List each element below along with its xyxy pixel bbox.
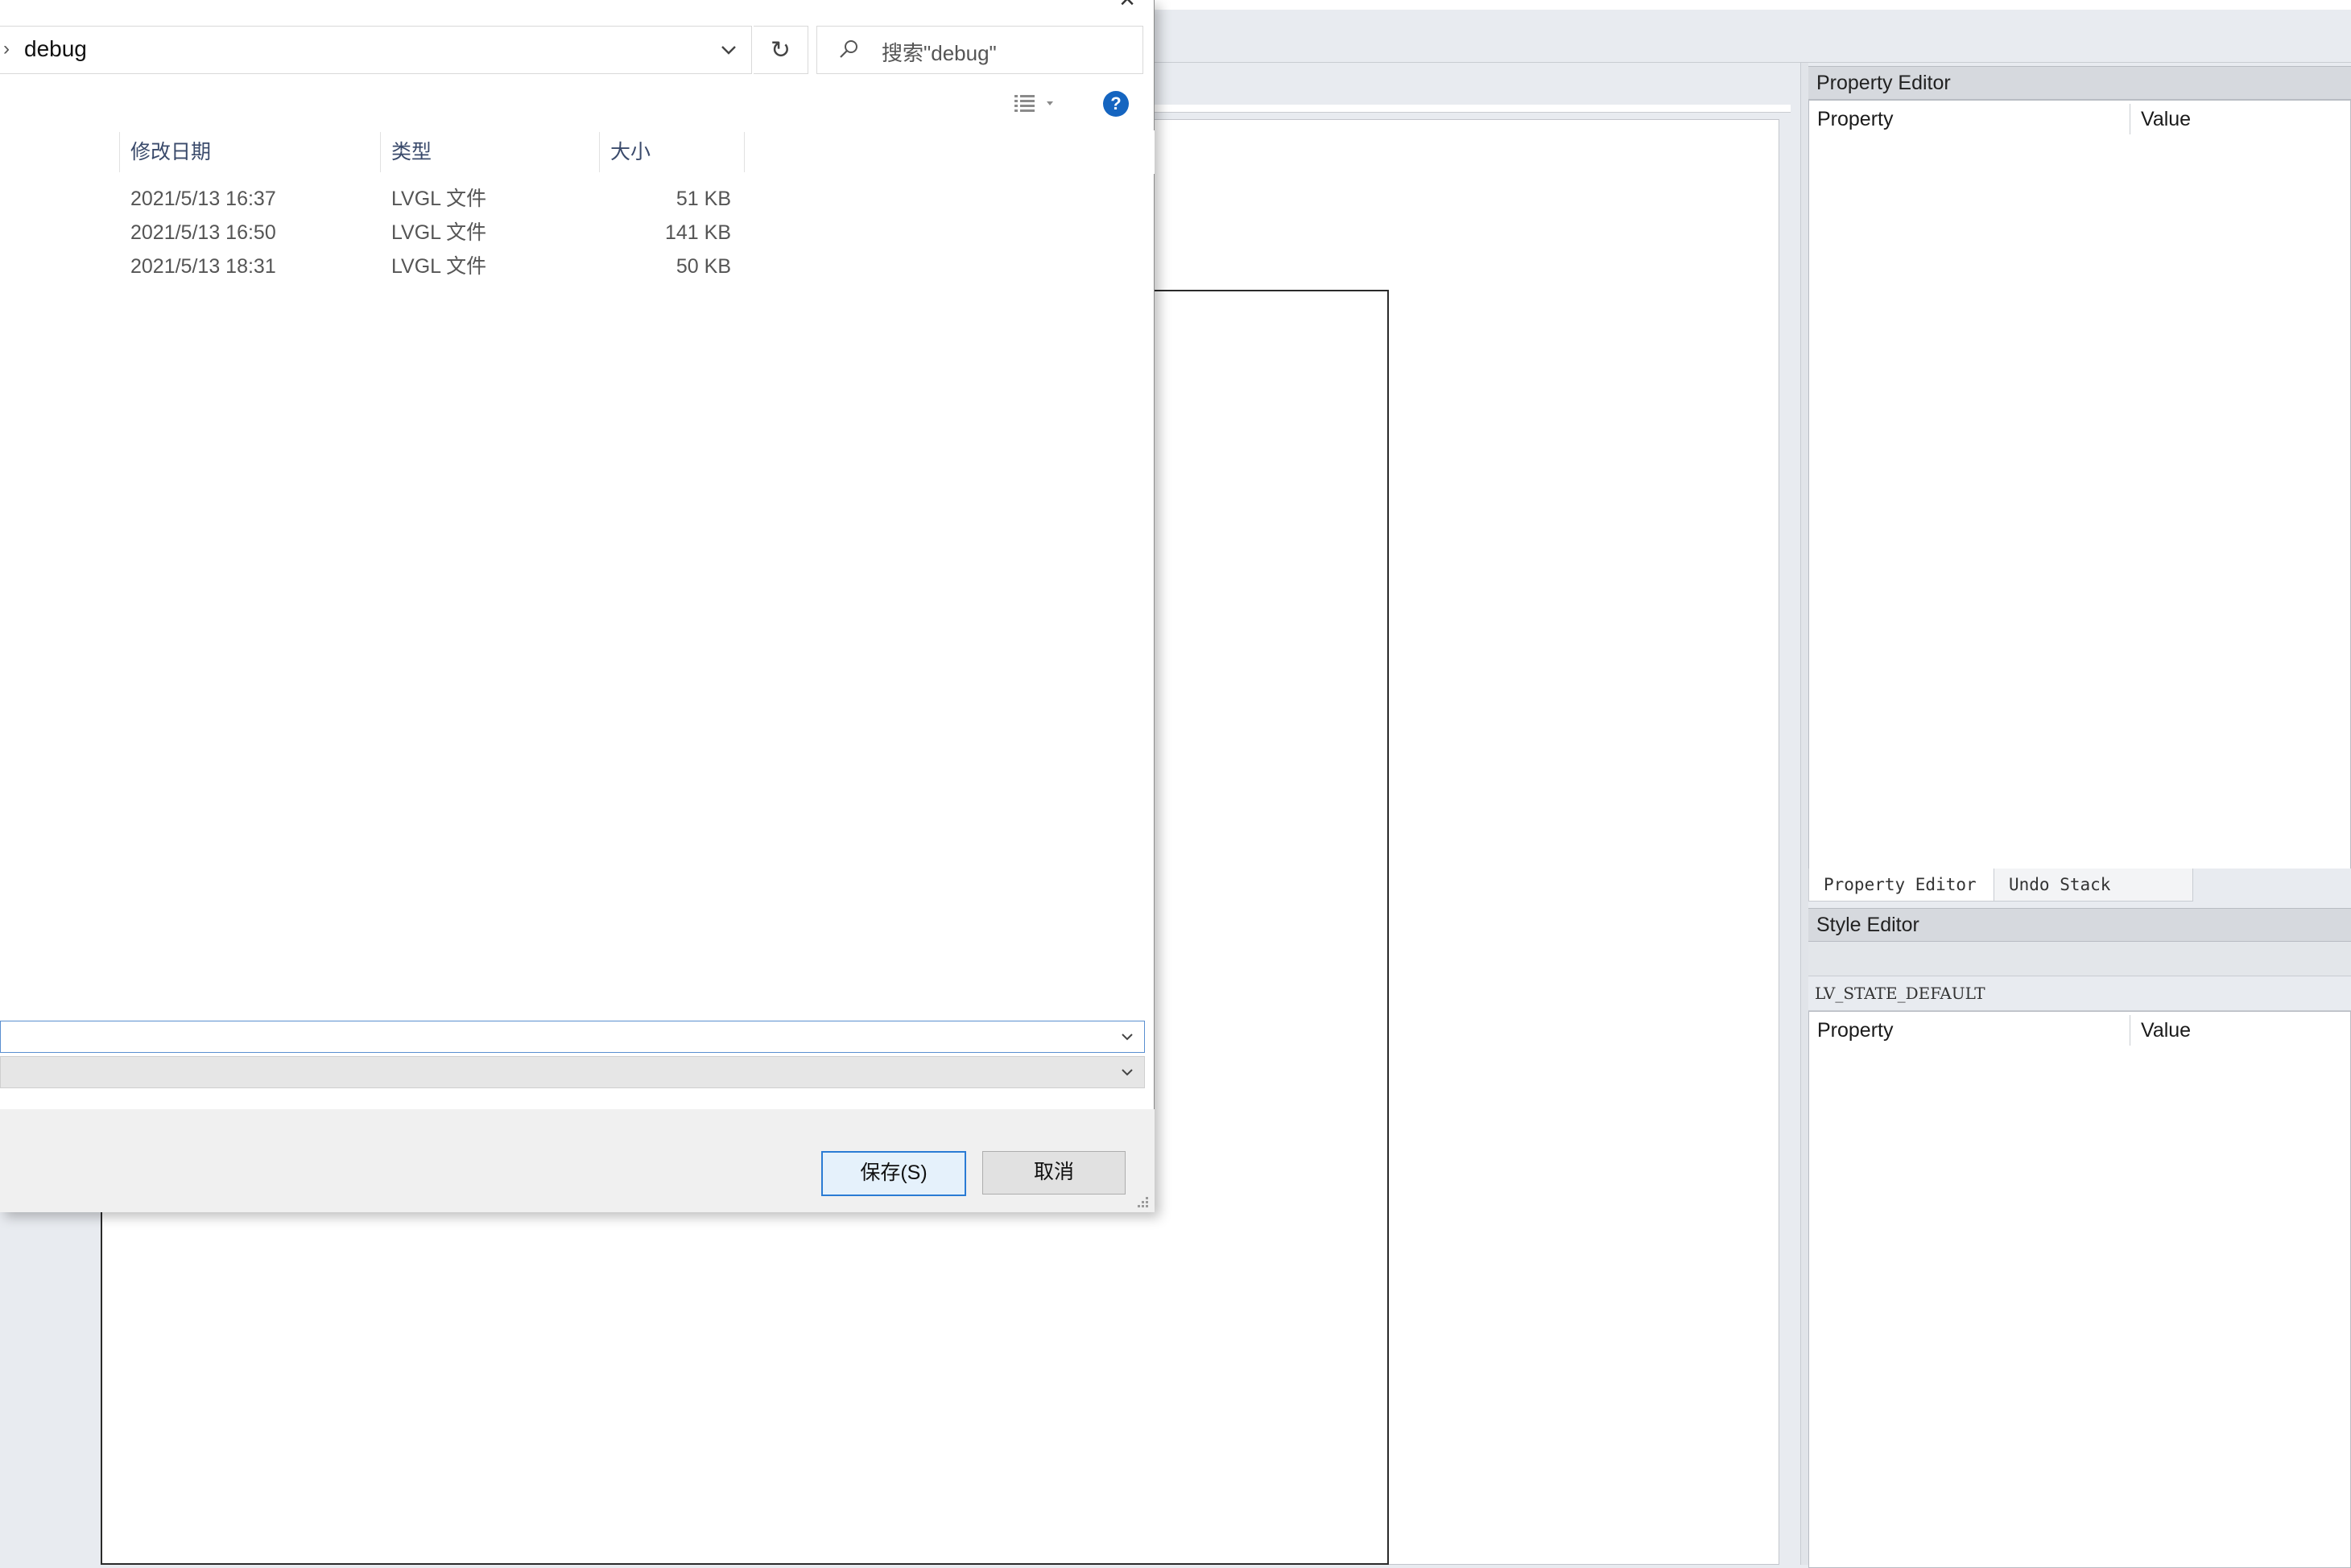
property-editor-panel: Property Editor Property Value (1808, 66, 2351, 871)
style-editor-title: Style Editor (1808, 908, 2351, 942)
style-value-column-header[interactable]: Value (2133, 1012, 2191, 1049)
file-type: LVGL 文件 (391, 188, 487, 210)
address-bar[interactable]: › debug (0, 26, 752, 74)
style-editor-panel: Style Editor LV_STATE_DEFAULT Property V… (1808, 908, 2351, 1568)
view-options-icon[interactable] (1011, 90, 1060, 118)
file-row[interactable]: 2021/5/13 18:31 LVGL 文件 50 KB (0, 250, 1155, 283)
filename-input[interactable] (0, 1021, 1145, 1053)
file-modified: 2021/5/13 18:31 (130, 255, 276, 278)
file-row[interactable]: 2021/5/13 16:37 LVGL 文件 51 KB (0, 182, 1155, 216)
column-divider[interactable] (119, 132, 120, 172)
file-type: LVGL 文件 (391, 255, 487, 278)
address-path[interactable]: debug (24, 36, 87, 62)
file-modified: 2021/5/13 16:37 (130, 188, 276, 210)
cancel-button[interactable]: 取消 (982, 1151, 1126, 1195)
file-modified: 2021/5/13 16:50 (130, 221, 276, 244)
tab-property-editor[interactable]: Property Editor (1808, 869, 2024, 902)
column-header-type[interactable]: 类型 (382, 130, 607, 174)
canvas-ruler (1151, 105, 1791, 113)
file-row[interactable]: 2021/5/13 16:50 LVGL 文件 141 KB (0, 216, 1155, 250)
style-editor-table[interactable]: Property Value (1808, 1011, 2351, 1568)
style-property-column-header[interactable]: Property (1809, 1012, 1893, 1049)
file-type: LVGL 文件 (391, 221, 487, 244)
chevron-down-icon[interactable] (1117, 1026, 1138, 1047)
file-list-header: 修改日期 类型 大小 (0, 130, 1155, 174)
property-editor-title: Property Editor (1808, 66, 2351, 100)
column-header-modified[interactable]: 修改日期 (121, 130, 388, 174)
canvas-scroll-gap (1779, 119, 1800, 1565)
chevron-down-icon[interactable] (715, 36, 742, 64)
file-size: 141 KB (664, 221, 731, 244)
column-divider[interactable] (380, 132, 381, 172)
column-divider[interactable] (744, 132, 745, 172)
search-placeholder: 搜索"debug" (882, 41, 997, 65)
tab-undo-stack[interactable]: Undo Stack (1994, 869, 2193, 902)
dock-splitter[interactable] (1800, 63, 1808, 1565)
breadcrumb-chevron-icon[interactable]: › (3, 38, 10, 60)
dock-tab-strip: Property Editor Undo Stack (1808, 869, 2351, 902)
save-file-dialog: × › debug ↻ 搜索"debug" ? 修改日期 类型 大小 (0, 0, 1155, 1212)
chevron-down-icon[interactable] (1117, 1062, 1138, 1083)
help-icon[interactable]: ? (1103, 91, 1129, 117)
resize-grip-icon[interactable] (1134, 1193, 1150, 1209)
file-size: 51 KB (676, 188, 731, 210)
style-state-label[interactable]: LV_STATE_DEFAULT (1808, 976, 2351, 1011)
property-editor-table[interactable]: Property Value (1808, 100, 2351, 871)
file-size: 50 KB (676, 255, 731, 278)
search-input[interactable]: 搜索"debug" (816, 26, 1143, 74)
close-icon[interactable]: × (1111, 0, 1143, 13)
refresh-button[interactable]: ↻ (754, 26, 808, 74)
style-selector-bar[interactable] (1808, 942, 2351, 976)
dialog-footer: 保存(S) 取消 (0, 1109, 1155, 1212)
column-header-size[interactable]: 大小 (601, 130, 752, 174)
column-divider[interactable] (599, 132, 600, 172)
search-icon (840, 40, 857, 58)
filetype-select[interactable] (0, 1056, 1145, 1088)
style-editor-header: Property Value (1809, 1012, 2350, 1049)
property-editor-header: Property Value (1809, 101, 2350, 138)
property-column-header[interactable]: Property (1809, 101, 1893, 138)
save-button[interactable]: 保存(S) (821, 1151, 966, 1196)
value-column-header[interactable]: Value (2133, 101, 2191, 138)
